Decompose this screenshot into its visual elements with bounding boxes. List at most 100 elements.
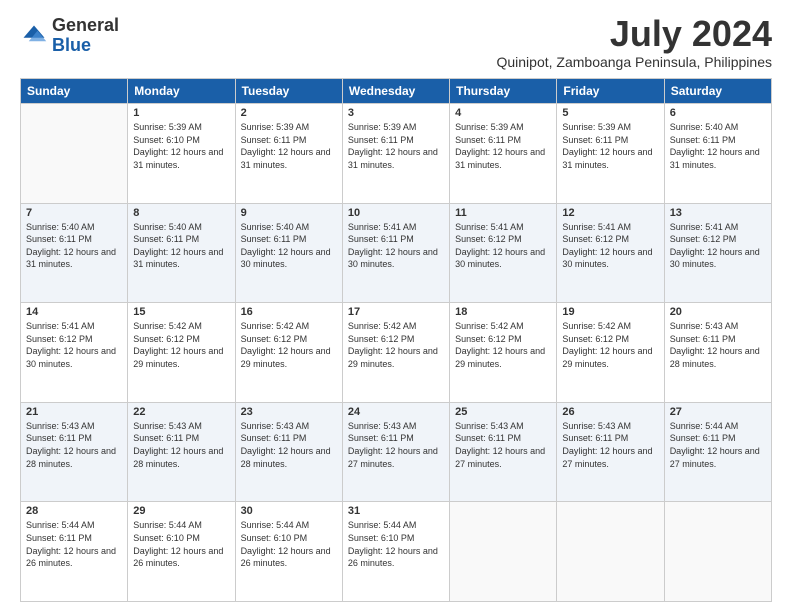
table-row: 28 Sunrise: 5:44 AMSunset: 6:11 PMDayligh… bbox=[21, 502, 128, 602]
table-row: 4 Sunrise: 5:39 AMSunset: 6:11 PMDaylight… bbox=[450, 104, 557, 204]
subtitle: Quinipot, Zamboanga Peninsula, Philippin… bbox=[496, 54, 772, 70]
table-row: 23 Sunrise: 5:43 AMSunset: 6:11 PMDayligh… bbox=[235, 402, 342, 502]
table-row: 14 Sunrise: 5:41 AMSunset: 6:12 PMDayligh… bbox=[21, 303, 128, 403]
logo-blue: Blue bbox=[52, 35, 91, 55]
table-row: 7Sunrise: 5:40 AMSunset: 6:11 PMDaylight… bbox=[21, 203, 128, 303]
table-row: 1Sunrise: 5:39 AMSunset: 6:10 PMDaylight… bbox=[128, 104, 235, 204]
day-info: Sunrise: 5:39 AMSunset: 6:11 PMDaylight:… bbox=[455, 121, 551, 171]
day-number: 22 bbox=[133, 406, 229, 418]
table-row: 30 Sunrise: 5:44 AMSunset: 6:10 PMDayligh… bbox=[235, 502, 342, 602]
day-info: Sunrise: 5:40 AMSunset: 6:11 PMDaylight:… bbox=[26, 221, 122, 271]
day-number: 8 bbox=[133, 207, 229, 219]
col-tuesday: Tuesday bbox=[235, 79, 342, 104]
day-number: 23 bbox=[241, 406, 337, 418]
day-number: 24 bbox=[348, 406, 444, 418]
col-saturday: Saturday bbox=[664, 79, 771, 104]
day-number: 5 bbox=[562, 107, 658, 119]
logo-icon bbox=[20, 22, 48, 50]
day-info: Sunrise: 5:44 AMSunset: 6:10 PMDaylight:… bbox=[241, 519, 337, 569]
day-info: Sunrise: 5:39 AMSunset: 6:11 PMDaylight:… bbox=[562, 121, 658, 171]
table-row: 25Sunrise: 5:43 AMSunset: 6:11 PMDayligh… bbox=[450, 402, 557, 502]
day-number: 11 bbox=[455, 207, 551, 219]
table-row: 8 Sunrise: 5:40 AMSunset: 6:11 PMDaylight… bbox=[128, 203, 235, 303]
day-number: 28 bbox=[26, 505, 122, 517]
day-number: 25 bbox=[455, 406, 551, 418]
table-row: 11 Sunrise: 5:41 AMSunset: 6:12 PMDayligh… bbox=[450, 203, 557, 303]
table-row: 21 Sunrise: 5:43 AMSunset: 6:11 PMDayligh… bbox=[21, 402, 128, 502]
day-info: Sunrise: 5:42 AMSunset: 6:12 PMDaylight:… bbox=[133, 320, 229, 370]
day-number: 4 bbox=[455, 107, 551, 119]
table-row bbox=[450, 502, 557, 602]
day-number: 18 bbox=[455, 306, 551, 318]
day-info: Sunrise: 5:44 AMSunset: 6:10 PMDaylight:… bbox=[348, 519, 444, 569]
day-info: Sunrise: 5:42 AMSunset: 6:12 PMDaylight:… bbox=[348, 320, 444, 370]
day-number: 17 bbox=[348, 306, 444, 318]
day-info: Sunrise: 5:41 AMSunset: 6:12 PMDaylight:… bbox=[26, 320, 122, 370]
table-row bbox=[664, 502, 771, 602]
month-title: July 2024 bbox=[496, 16, 772, 52]
day-number: 10 bbox=[348, 207, 444, 219]
day-number: 30 bbox=[241, 505, 337, 517]
week-row-2: 7Sunrise: 5:40 AMSunset: 6:11 PMDaylight… bbox=[21, 203, 772, 303]
col-sunday: Sunday bbox=[21, 79, 128, 104]
table-row: 12 Sunrise: 5:41 AMSunset: 6:12 PMDayligh… bbox=[557, 203, 664, 303]
table-row: 10 Sunrise: 5:41 AMSunset: 6:11 PMDayligh… bbox=[342, 203, 449, 303]
week-row-4: 21 Sunrise: 5:43 AMSunset: 6:11 PMDayligh… bbox=[21, 402, 772, 502]
page: General Blue July 2024 Quinipot, Zamboan… bbox=[0, 0, 792, 612]
day-number: 6 bbox=[670, 107, 766, 119]
col-thursday: Thursday bbox=[450, 79, 557, 104]
day-number: 3 bbox=[348, 107, 444, 119]
day-number: 12 bbox=[562, 207, 658, 219]
day-info: Sunrise: 5:40 AMSunset: 6:11 PMDaylight:… bbox=[133, 221, 229, 271]
col-monday: Monday bbox=[128, 79, 235, 104]
day-info: Sunrise: 5:43 AMSunset: 6:11 PMDaylight:… bbox=[133, 420, 229, 470]
day-info: Sunrise: 5:43 AMSunset: 6:11 PMDaylight:… bbox=[348, 420, 444, 470]
day-info: Sunrise: 5:40 AMSunset: 6:11 PMDaylight:… bbox=[241, 221, 337, 271]
day-info: Sunrise: 5:44 AMSunset: 6:10 PMDaylight:… bbox=[133, 519, 229, 569]
day-info: Sunrise: 5:41 AMSunset: 6:11 PMDaylight:… bbox=[348, 221, 444, 271]
day-info: Sunrise: 5:43 AMSunset: 6:11 PMDaylight:… bbox=[241, 420, 337, 470]
day-info: Sunrise: 5:39 AMSunset: 6:10 PMDaylight:… bbox=[133, 121, 229, 171]
day-number: 21 bbox=[26, 406, 122, 418]
day-info: Sunrise: 5:41 AMSunset: 6:12 PMDaylight:… bbox=[455, 221, 551, 271]
day-number: 9 bbox=[241, 207, 337, 219]
day-number: 19 bbox=[562, 306, 658, 318]
day-number: 20 bbox=[670, 306, 766, 318]
table-row: 20 Sunrise: 5:43 AMSunset: 6:11 PMDayligh… bbox=[664, 303, 771, 403]
table-row: 16Sunrise: 5:42 AMSunset: 6:12 PMDayligh… bbox=[235, 303, 342, 403]
logo: General Blue bbox=[20, 16, 119, 56]
table-row: 5 Sunrise: 5:39 AMSunset: 6:11 PMDaylight… bbox=[557, 104, 664, 204]
table-row: 19Sunrise: 5:42 AMSunset: 6:12 PMDayligh… bbox=[557, 303, 664, 403]
table-row bbox=[21, 104, 128, 204]
header: General Blue July 2024 Quinipot, Zamboan… bbox=[20, 16, 772, 70]
week-row-3: 14 Sunrise: 5:41 AMSunset: 6:12 PMDayligh… bbox=[21, 303, 772, 403]
day-info: Sunrise: 5:42 AMSunset: 6:12 PMDaylight:… bbox=[455, 320, 551, 370]
day-number: 29 bbox=[133, 505, 229, 517]
day-info: Sunrise: 5:41 AMSunset: 6:12 PMDaylight:… bbox=[670, 221, 766, 271]
title-block: July 2024 Quinipot, Zamboanga Peninsula,… bbox=[496, 16, 772, 70]
table-row: 26Sunrise: 5:43 AMSunset: 6:11 PMDayligh… bbox=[557, 402, 664, 502]
day-info: Sunrise: 5:40 AMSunset: 6:11 PMDaylight:… bbox=[670, 121, 766, 171]
day-number: 16 bbox=[241, 306, 337, 318]
week-row-5: 28 Sunrise: 5:44 AMSunset: 6:11 PMDayligh… bbox=[21, 502, 772, 602]
day-info: Sunrise: 5:43 AMSunset: 6:11 PMDaylight:… bbox=[26, 420, 122, 470]
table-row: 31 Sunrise: 5:44 AMSunset: 6:10 PMDayligh… bbox=[342, 502, 449, 602]
day-number: 15 bbox=[133, 306, 229, 318]
col-wednesday: Wednesday bbox=[342, 79, 449, 104]
day-number: 13 bbox=[670, 207, 766, 219]
day-number: 31 bbox=[348, 505, 444, 517]
header-row: Sunday Monday Tuesday Wednesday Thursday… bbox=[21, 79, 772, 104]
day-info: Sunrise: 5:43 AMSunset: 6:11 PMDaylight:… bbox=[670, 320, 766, 370]
logo-text: General Blue bbox=[52, 16, 119, 56]
day-info: Sunrise: 5:41 AMSunset: 6:12 PMDaylight:… bbox=[562, 221, 658, 271]
week-row-1: 1Sunrise: 5:39 AMSunset: 6:10 PMDaylight… bbox=[21, 104, 772, 204]
table-row: 24 Sunrise: 5:43 AMSunset: 6:11 PMDayligh… bbox=[342, 402, 449, 502]
day-info: Sunrise: 5:44 AMSunset: 6:11 PMDaylight:… bbox=[26, 519, 122, 569]
table-row: 29 Sunrise: 5:44 AMSunset: 6:10 PMDayligh… bbox=[128, 502, 235, 602]
table-row: 13 Sunrise: 5:41 AMSunset: 6:12 PMDayligh… bbox=[664, 203, 771, 303]
table-row: 15 Sunrise: 5:42 AMSunset: 6:12 PMDayligh… bbox=[128, 303, 235, 403]
day-number: 14 bbox=[26, 306, 122, 318]
table-row bbox=[557, 502, 664, 602]
day-number: 2 bbox=[241, 107, 337, 119]
day-number: 26 bbox=[562, 406, 658, 418]
